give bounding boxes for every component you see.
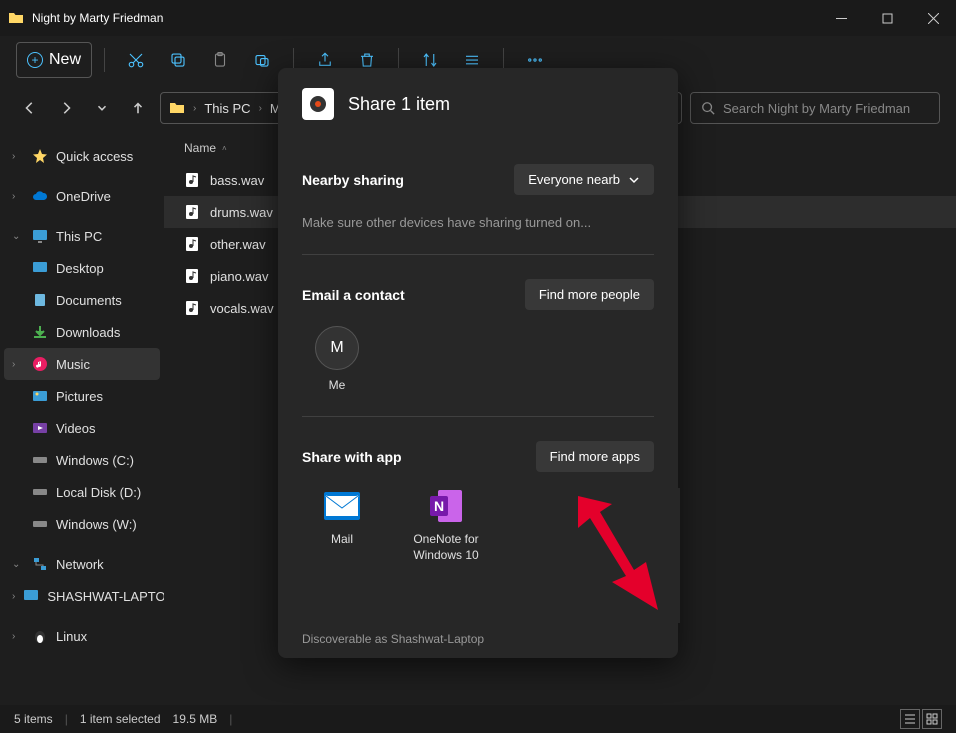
close-button[interactable] — [910, 0, 956, 36]
view-thumbnails-button[interactable] — [922, 709, 942, 729]
chevron-right-icon: › — [193, 103, 196, 114]
new-button[interactable]: + New — [16, 42, 92, 78]
desktop-icon — [32, 260, 48, 276]
contact-me[interactable]: M Me — [302, 326, 372, 392]
audio-file-icon — [184, 268, 200, 284]
share-thumbnail — [302, 88, 334, 120]
audio-file-icon — [184, 236, 200, 252]
chevron-right-icon: › — [12, 359, 24, 370]
paste-button[interactable] — [201, 42, 239, 78]
chevron-right-icon: › — [12, 591, 15, 602]
chevron-right-icon: › — [12, 151, 24, 162]
linux-icon — [32, 628, 48, 644]
mail-icon — [324, 488, 360, 524]
find-more-apps-button[interactable]: Find more apps — [536, 441, 654, 472]
app-label: Mail — [331, 532, 353, 548]
videos-icon — [32, 420, 48, 436]
svg-text:N: N — [434, 498, 444, 514]
up-button[interactable] — [124, 94, 152, 122]
cut-button[interactable] — [117, 42, 155, 78]
divider — [302, 416, 654, 417]
share-title: Share 1 item — [348, 94, 450, 115]
discoverable-text: Discoverable as Shashwat-Laptop — [302, 632, 484, 646]
divider — [302, 254, 654, 255]
new-label: New — [49, 51, 81, 69]
nearby-sharing-label: Nearby sharing — [302, 172, 404, 188]
chevron-down-icon: ⌄ — [12, 559, 24, 570]
drive-icon — [32, 452, 48, 468]
window-title: Night by Marty Friedman — [32, 11, 818, 25]
separator — [104, 48, 105, 72]
sidebar-item-onedrive[interactable]: ›OneDrive — [4, 180, 160, 212]
sidebar: ›Quick access ›OneDrive ⌄This PC Desktop… — [0, 132, 164, 697]
sidebar-item-windows-w[interactable]: Windows (W:) — [4, 508, 160, 540]
sidebar-item-documents[interactable]: Documents — [4, 284, 160, 316]
search-input[interactable]: Search Night by Marty Friedman — [690, 92, 940, 124]
chevron-down-icon — [628, 174, 640, 186]
share-with-app-label: Share with app — [302, 449, 402, 465]
audio-file-icon — [184, 204, 200, 220]
app-mail[interactable]: Mail — [302, 488, 382, 563]
network-icon — [32, 556, 48, 572]
downloads-icon — [32, 324, 48, 340]
status-selected: 1 item selected — [80, 712, 161, 726]
folder-icon — [8, 10, 24, 26]
monitor-icon — [32, 228, 48, 244]
share-panel: Share 1 item Nearby sharing Everyone nea… — [278, 68, 678, 658]
status-size: 19.5 MB — [173, 712, 218, 726]
sidebar-item-quick-access[interactable]: ›Quick access — [4, 140, 160, 172]
sort-asc-icon: ˄ — [222, 144, 227, 153]
folder-icon — [169, 100, 185, 116]
cloud-icon — [32, 188, 48, 204]
sidebar-item-videos[interactable]: Videos — [4, 412, 160, 444]
documents-icon — [32, 292, 48, 308]
search-placeholder: Search Night by Marty Friedman — [723, 101, 910, 116]
status-bar: 5 items | 1 item selected 19.5 MB | — [0, 705, 956, 733]
sidebar-item-music[interactable]: ›Music — [4, 348, 160, 380]
sidebar-item-network[interactable]: ⌄Network — [4, 548, 160, 580]
sidebar-item-downloads[interactable]: Downloads — [4, 316, 160, 348]
music-icon — [32, 356, 48, 372]
onenote-icon: N — [428, 488, 464, 524]
audio-file-icon — [184, 300, 200, 316]
maximize-button[interactable] — [864, 0, 910, 36]
view-details-button[interactable] — [900, 709, 920, 729]
status-item-count: 5 items — [14, 712, 53, 726]
back-button[interactable] — [16, 94, 44, 122]
crumb-thispc[interactable]: This PC — [204, 101, 250, 116]
chevron-right-icon: › — [12, 631, 24, 642]
drive-icon — [32, 484, 48, 500]
sidebar-item-local-d[interactable]: Local Disk (D:) — [4, 476, 160, 508]
nearby-sharing-hint: Make sure other devices have sharing tur… — [302, 215, 654, 230]
chevron-right-icon: › — [12, 191, 24, 202]
app-label: OneNote for Windows 10 — [406, 532, 486, 563]
recent-button[interactable] — [88, 94, 116, 122]
email-contact-label: Email a contact — [302, 287, 405, 303]
star-icon — [32, 148, 48, 164]
forward-button[interactable] — [52, 94, 80, 122]
app-onenote[interactable]: N OneNote for Windows 10 — [406, 488, 486, 563]
contact-name: Me — [329, 378, 346, 392]
plus-icon: + — [27, 52, 43, 68]
monitor-icon — [23, 588, 39, 604]
titlebar: Night by Marty Friedman — [0, 0, 956, 36]
audio-file-icon — [184, 172, 200, 188]
nearby-sharing-dropdown[interactable]: Everyone nearb — [514, 164, 654, 195]
sidebar-item-thispc[interactable]: ⌄This PC — [4, 220, 160, 252]
copy-button[interactable] — [159, 42, 197, 78]
rename-button[interactable] — [243, 42, 281, 78]
chevron-down-icon: ⌄ — [12, 231, 24, 242]
avatar: M — [315, 326, 359, 370]
minimize-button[interactable] — [818, 0, 864, 36]
sidebar-item-pictures[interactable]: Pictures — [4, 380, 160, 412]
search-icon — [701, 101, 715, 115]
sidebar-item-windows-c[interactable]: Windows (C:) — [4, 444, 160, 476]
sidebar-item-linux[interactable]: ›Linux — [4, 620, 160, 652]
drive-icon — [32, 516, 48, 532]
chevron-right-icon: › — [259, 103, 262, 114]
find-more-people-button[interactable]: Find more people — [525, 279, 654, 310]
pictures-icon — [32, 388, 48, 404]
sidebar-item-desktop[interactable]: Desktop — [4, 252, 160, 284]
sidebar-item-network-pc[interactable]: ›SHASHWAT-LAPTOP — [4, 580, 160, 612]
